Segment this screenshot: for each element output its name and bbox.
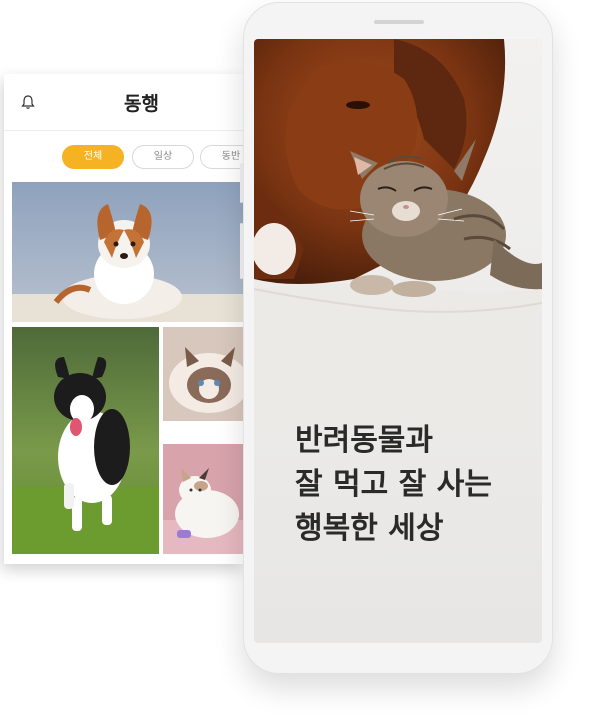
page-title: 동행 <box>124 93 159 115</box>
volume-button <box>240 163 243 203</box>
headline-line-3: 행복한 세상 <box>295 511 444 546</box>
bell-icon[interactable] <box>20 94 36 110</box>
headline-line-1: 반려동물과 <box>295 423 433 458</box>
photo-white-cat[interactable] <box>163 444 244 554</box>
tab-all[interactable]: 전체 <box>62 145 124 169</box>
power-button <box>240 223 243 279</box>
photo-ragdoll-cat[interactable] <box>163 327 244 421</box>
tab-daily[interactable]: 일상 <box>132 145 194 169</box>
hero-headline: 반려동물과 잘 먹고 잘 사는 행복한 세상 <box>295 419 535 551</box>
phone-frame: 반려동물과 잘 먹고 잘 사는 행복한 세상 <box>240 2 553 674</box>
headline-line-2: 잘 먹고 잘 사는 <box>295 467 492 502</box>
app-header: 동행 <box>4 74 244 131</box>
tab-companion[interactable]: 동반 <box>200 145 244 169</box>
category-tabs: 전체 일상 동반 <box>62 145 244 169</box>
photo-running-dog[interactable] <box>12 327 159 554</box>
splash-screen: 반려동물과 잘 먹고 잘 사는 행복한 세상 <box>254 39 542 643</box>
hero-dog-cat-image <box>254 39 542 643</box>
app-screen-community: 동행 전체 일상 동반 <box>4 74 244 564</box>
phone-speaker <box>374 20 424 24</box>
photo-collie-dog[interactable] <box>12 182 244 322</box>
